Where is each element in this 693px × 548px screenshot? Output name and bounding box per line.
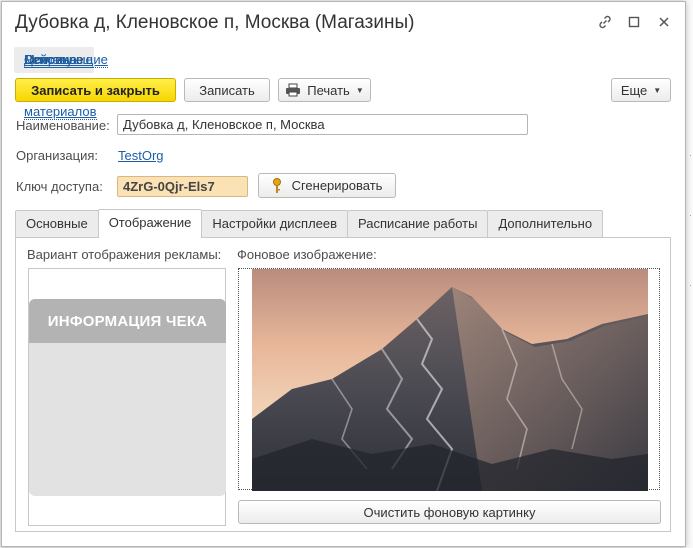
window-title: Дубовка д, Кленовское п, Москва (Магазин… (15, 12, 415, 33)
save-and-close-button[interactable]: Записать и закрыть (15, 78, 176, 102)
form-nav: Основное Действующие опросы Матрица разм… (14, 47, 108, 120)
name-label: Наименование: (16, 118, 110, 133)
tab-general[interactable]: Основные (15, 210, 99, 237)
organization-label: Организация: (16, 148, 99, 163)
printer-icon (286, 83, 301, 97)
key-icon (272, 177, 281, 193)
organization-link[interactable]: TestOrg (118, 148, 164, 163)
generate-key-label: Сгенерировать (291, 178, 383, 193)
tab-schedule[interactable]: Расписание работы (347, 210, 489, 237)
more-button[interactable]: Еще ▼ (611, 78, 671, 102)
display-tab-panel: Вариант отображения рекламы: ИНФОРМАЦИЯ … (15, 237, 671, 532)
mountain-image (252, 269, 648, 491)
print-label: Печать (307, 82, 350, 98)
background-image-label: Фоновое изображение: (237, 247, 377, 262)
link-icon[interactable] (595, 12, 615, 32)
tab-display-settings[interactable]: Настройки дисплеев (201, 210, 349, 237)
tab-display[interactable]: Отображение (97, 209, 203, 238)
tab-additional[interactable]: Дополнительно (487, 210, 604, 237)
receipt-layout-preview: ИНФОРМАЦИЯ ЧЕКА (29, 299, 226, 496)
access-key-label: Ключ доступа: (16, 179, 103, 194)
chevron-down-icon: ▼ (653, 85, 662, 95)
save-button[interactable]: Записать (184, 78, 270, 102)
generate-key-button[interactable]: Сгенерировать (258, 173, 396, 198)
background-image-field[interactable] (238, 268, 660, 491)
detail-tabs: Основные Отображение Настройки дисплеев … (15, 209, 604, 238)
print-button[interactable]: Печать ▼ (278, 78, 371, 102)
form-window: Дубовка д, Кленовское п, Москва (Магазин… (1, 1, 686, 547)
chevron-down-icon: ▼ (355, 85, 364, 95)
ad-display-variant-selector[interactable]: ИНФОРМАЦИЯ ЧЕКА (28, 268, 226, 526)
access-key-field[interactable]: 4ZrG-0Qjr-Els7 (117, 176, 248, 197)
maximize-icon[interactable] (624, 12, 644, 32)
nav-tab-ad-displays[interactable]: Рекламные дисплеи (14, 47, 103, 94)
name-field[interactable]: Дубовка д, Кленовское п, Москва (117, 114, 528, 135)
clear-background-button[interactable]: Очистить фоновую картинку (238, 500, 661, 524)
ad-display-variant-label: Вариант отображения рекламы: (27, 247, 222, 262)
close-icon[interactable] (654, 12, 674, 32)
more-label: Еще (620, 82, 648, 98)
receipt-info-header: ИНФОРМАЦИЯ ЧЕКА (29, 299, 226, 343)
